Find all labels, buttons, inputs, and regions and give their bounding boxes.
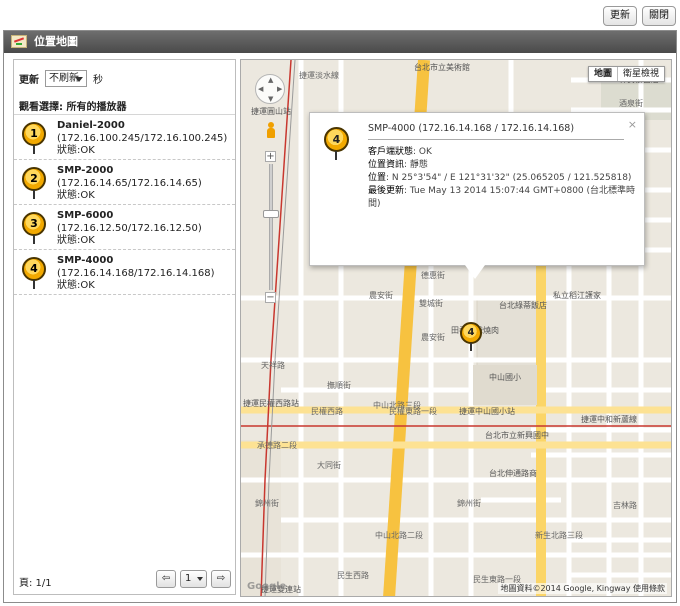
map-label: 天祥路 (261, 361, 285, 370)
player-status: 狀態:OK (57, 190, 95, 201)
map-type-map-button[interactable]: 地圖 (589, 67, 618, 81)
watch-selection-label: 觀看選擇: 所有的播放器 (19, 102, 127, 113)
map-label: 捷運淡水線 (299, 71, 339, 80)
page-select-value: 1 (185, 573, 192, 584)
player-status: 狀態:OK (57, 145, 95, 156)
map-label: 台北綠蒂飯店 (499, 301, 547, 310)
divider (368, 139, 624, 140)
player-item-2[interactable]: 2 SMP-2000 (172.16.14.65/172.16.14.65) 狀… (14, 160, 235, 205)
map-label: 捷運中和新蘆線 (581, 415, 637, 424)
map-pin-icon: 1 (22, 122, 46, 154)
map-label: 中山北路二段 (375, 531, 423, 540)
map-label: 民權西路 (311, 407, 343, 416)
page: 更新 關閉 位置地圖 更新 不刷新 秒 觀看選擇: 所有的播放器 1 Danie… (0, 0, 680, 606)
panel-title: 位置地圖 (34, 35, 78, 48)
refresh-label: 更新 (19, 74, 39, 86)
player-status: 狀態:OK (57, 280, 95, 291)
refresh-interval-select[interactable]: 不刷新 (45, 69, 87, 87)
close-button[interactable]: 關閉 (642, 6, 676, 26)
map-label: 台北伸通路商 (489, 469, 537, 478)
player-status: 狀態:OK (57, 235, 95, 246)
map-label: 吉林路 (613, 501, 637, 510)
map-label: 承德路二段 (257, 441, 297, 450)
pager: 頁: 1/1 ⇦ 1 ⇨ (14, 566, 235, 594)
map-label: 雙城街 (419, 299, 443, 308)
zoom-out-button[interactable]: − (265, 292, 276, 303)
player-item-1[interactable]: 1 Daniel-2000 (172.16.100.245/172.16.100… (14, 115, 235, 160)
map-label: 捷運中山國小站 (459, 407, 515, 416)
player-ip: (172.16.100.245/172.16.100.245) (57, 132, 228, 144)
map-pin-icon: 4 (22, 257, 46, 289)
player-sidebar: 更新 不刷新 秒 觀看選擇: 所有的播放器 1 Daniel-2000 (172… (13, 59, 236, 595)
player-name: SMP-2000 (57, 165, 114, 176)
map-label: 新生北路三段 (535, 531, 583, 540)
refresh-unit: 秒 (93, 74, 103, 86)
google-logo: Google (247, 581, 287, 592)
info-row-client-status: 客戶端狀態: OK (368, 147, 432, 157)
map-pin-icon: 3 (22, 212, 46, 244)
map-label: 德惠街 (421, 271, 445, 280)
player-ip: (172.16.12.50/172.16.12.50) (57, 222, 202, 234)
map-type-satellite-button[interactable]: 衛星檢視 (618, 67, 664, 81)
info-window: 4 SMP-4000 (172.16.14.168 / 172.16.14.16… (309, 112, 645, 279)
info-row-last-update: 最後更新: Tue May 13 2014 15:07:44 GMT+0800 … (368, 186, 636, 209)
street-view-pegman-icon[interactable] (266, 122, 276, 138)
map-attribution[interactable]: 地圖資料©2014 Google, Kingway 使用條款 (498, 583, 667, 594)
arrow-right-icon: ▶ (277, 85, 283, 93)
map-label: 錦州街 (457, 499, 481, 508)
close-icon[interactable]: × (628, 118, 637, 131)
info-window-body: 客戶端狀態: OK 位置資訊: 靜態 位置: N 25°3'54" / E 12… (368, 146, 644, 211)
next-page-button[interactable]: ⇨ (211, 570, 231, 588)
chevron-down-icon (75, 76, 83, 82)
map-label: 台北市立新興國中 (485, 431, 549, 440)
arrow-down-icon: ▼ (268, 95, 274, 103)
info-row-location-info: 位置資訊: 靜態 (368, 160, 428, 170)
refresh-button[interactable]: 更新 (603, 6, 637, 26)
player-item-4[interactable]: 4 SMP-4000 (172.16.14.168/172.16.14.168)… (14, 250, 235, 295)
prev-page-button[interactable]: ⇦ (156, 570, 176, 588)
zoom-slider-track[interactable] (269, 164, 273, 290)
player-name: Daniel-2000 (57, 120, 125, 131)
panel-header: 位置地圖 (4, 31, 676, 53)
zoom-slider-handle[interactable] (263, 210, 279, 218)
player-name: SMP-4000 (57, 255, 114, 266)
page-select[interactable]: 1 (180, 570, 207, 588)
map-pin-icon: 4 (324, 127, 349, 160)
info-window-title: SMP-4000 (172.16.14.168 / 172.16.14.168) (368, 123, 575, 134)
player-list: 1 Daniel-2000 (172.16.100.245/172.16.100… (14, 114, 235, 295)
map-label: 農安街 (369, 291, 393, 300)
map-view[interactable]: 台北市立美術館 捷運淡水線 捷運圓山站 林安泰古厝 酒泉街 德惠街 農安街 雙城… (240, 59, 672, 597)
map-label: 撫順街 (327, 381, 351, 390)
map-label: 大同街 (317, 461, 341, 470)
map-label: 私立稻江護家 (553, 291, 601, 300)
map-pin-icon: 2 (22, 167, 46, 199)
map-label: 農安街 (421, 333, 445, 342)
player-item-3[interactable]: 3 SMP-6000 (172.16.12.50/172.16.12.50) 狀… (14, 205, 235, 250)
map-label: 中山國小 (489, 373, 521, 382)
map-type-control: 地圖 衛星檢視 (587, 66, 665, 82)
map-label: 台北市立美術館 (414, 63, 470, 72)
arrow-up-icon: ▲ (268, 76, 274, 84)
location-map-panel: 位置地圖 更新 不刷新 秒 觀看選擇: 所有的播放器 1 Daniel-2000… (3, 30, 677, 603)
map-label: 民權東路一段 (389, 407, 437, 416)
refresh-row: 更新 不刷新 秒 (19, 69, 103, 87)
page-indicator: 頁: 1/1 (19, 578, 52, 589)
map-marker-4[interactable]: 4 (460, 322, 482, 351)
map-icon (11, 35, 27, 48)
zoom-in-button[interactable]: + (265, 151, 276, 162)
pan-control[interactable]: ▲ ▼ ◀ ▶ (255, 74, 285, 104)
arrow-left-icon: ◀ (258, 85, 264, 93)
player-name: SMP-6000 (57, 210, 114, 221)
map-label: 捷運民權西路站 (243, 399, 299, 408)
map-label: 錦州街 (255, 499, 279, 508)
player-ip: (172.16.14.65/172.16.14.65) (57, 177, 202, 189)
chevron-down-icon (197, 577, 203, 581)
map-label: 酒泉街 (619, 99, 643, 108)
player-ip: (172.16.14.168/172.16.14.168) (57, 267, 215, 279)
map-label: 捷運圓山站 (251, 107, 291, 116)
info-row-location: 位置: N 25°3'54" / E 121°31'32" (25.065205… (368, 173, 632, 183)
map-label: 民生西路 (337, 571, 369, 580)
